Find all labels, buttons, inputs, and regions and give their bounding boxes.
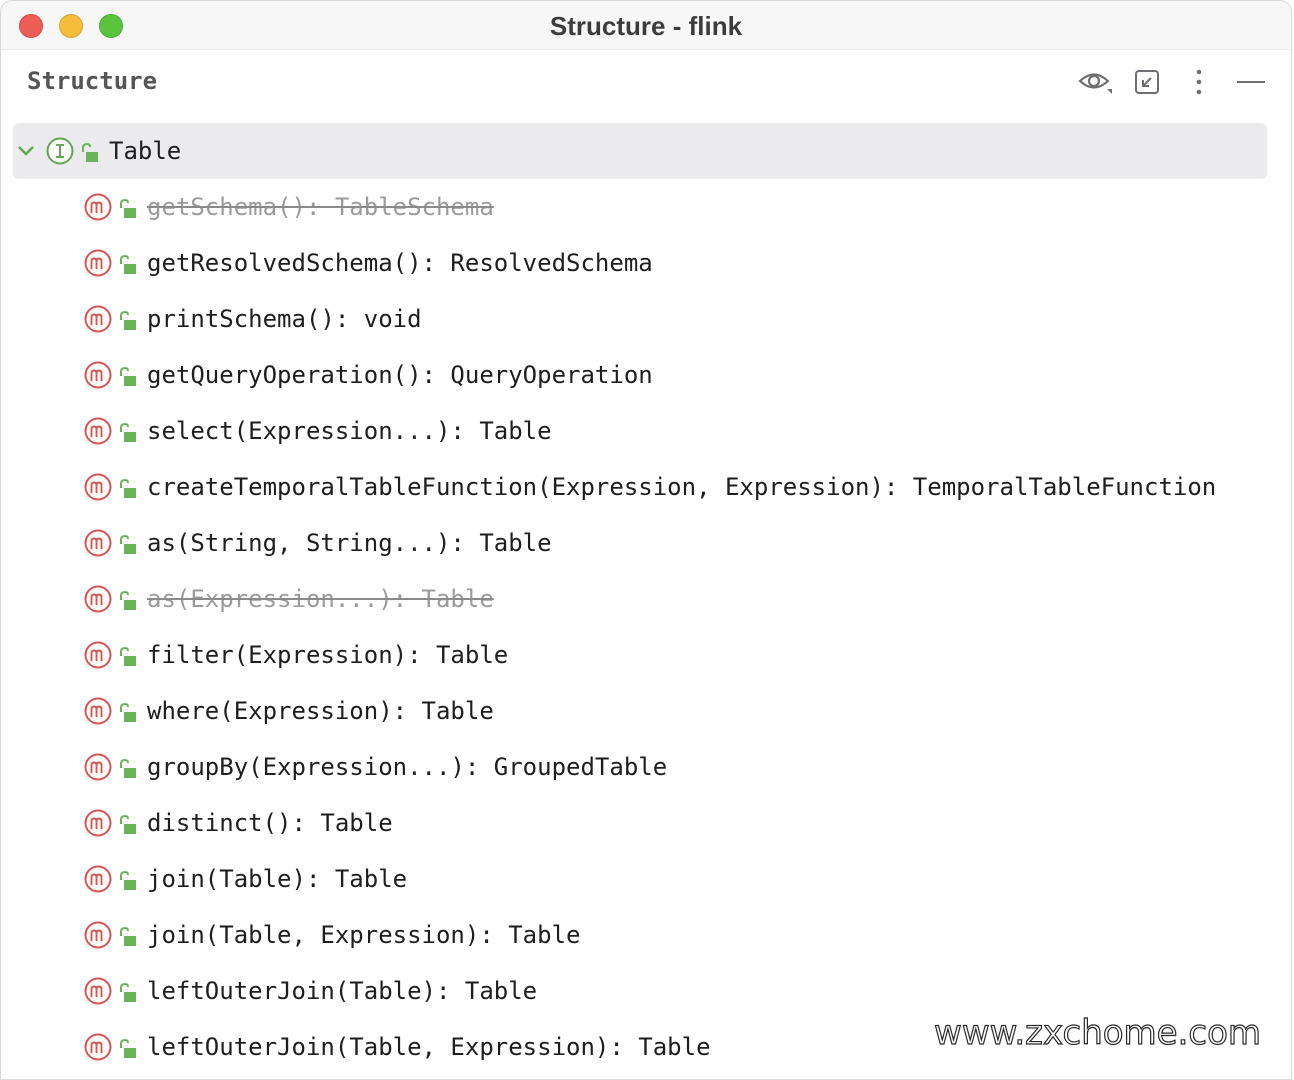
watermark: www.zxchome.com bbox=[933, 1012, 1261, 1053]
method-icon bbox=[83, 1032, 113, 1062]
public-lock-icon bbox=[117, 421, 137, 442]
public-lock-icon bbox=[117, 589, 137, 610]
public-lock-icon bbox=[117, 813, 137, 834]
method-icon bbox=[83, 976, 113, 1006]
method-icon bbox=[83, 864, 113, 894]
method-icon bbox=[83, 528, 113, 558]
tree-item-label: distinct(): Table bbox=[147, 809, 393, 837]
tree-root-label: Table bbox=[109, 137, 182, 165]
tree-item-label: getSchema(): TableSchema bbox=[147, 193, 494, 221]
public-lock-icon bbox=[117, 869, 137, 890]
tree-item-label: groupBy(Expression...): GroupedTable bbox=[147, 753, 668, 781]
public-lock-icon bbox=[117, 1037, 137, 1058]
tree-item-method[interactable]: groupBy(Expression...): GroupedTable bbox=[13, 739, 1267, 795]
method-icon bbox=[83, 920, 113, 950]
public-lock-icon bbox=[117, 757, 137, 778]
member-list: getSchema(): TableSchema getResolvedSchem… bbox=[13, 179, 1267, 1075]
window-title: Structure - flink bbox=[549, 11, 743, 41]
method-icon bbox=[83, 360, 113, 390]
tree-item-label: printSchema(): void bbox=[147, 305, 422, 333]
public-lock-icon bbox=[117, 309, 137, 330]
method-icon bbox=[83, 640, 113, 670]
tree-item-label: join(Table): Table bbox=[147, 865, 408, 893]
tree-item-label: as(String, String...): Table bbox=[147, 529, 552, 557]
tree-item-method[interactable]: printSchema(): void bbox=[13, 291, 1267, 347]
tree-item-method[interactable]: join(Table, Expression): Table bbox=[13, 907, 1267, 963]
minimize-icon[interactable] bbox=[1233, 64, 1269, 100]
tree-item-label: select(Expression...): Table bbox=[147, 417, 552, 445]
tree-item-method[interactable]: getQueryOperation(): QueryOperation bbox=[13, 347, 1267, 403]
structure-window: Structure - flink Structure Table getSch… bbox=[0, 0, 1292, 1080]
tree-item-method[interactable]: where(Expression): Table bbox=[13, 683, 1267, 739]
method-icon bbox=[83, 248, 113, 278]
method-icon bbox=[83, 696, 113, 726]
panel-title: Structure bbox=[27, 67, 158, 95]
method-icon bbox=[83, 416, 113, 446]
method-icon bbox=[83, 192, 113, 222]
tree-item-label: getResolvedSchema(): ResolvedSchema bbox=[147, 249, 653, 277]
tree-item-method[interactable]: distinct(): Table bbox=[13, 795, 1267, 851]
eye-icon[interactable] bbox=[1077, 64, 1113, 100]
tree-item-label: leftOuterJoin(Table): Table bbox=[147, 977, 538, 1005]
public-lock-icon bbox=[117, 253, 137, 274]
tree-item-method[interactable]: select(Expression...): Table bbox=[13, 403, 1267, 459]
tree-item-method[interactable]: getSchema(): TableSchema bbox=[13, 179, 1267, 235]
method-icon bbox=[83, 808, 113, 838]
interface-icon bbox=[45, 136, 75, 166]
tree-item-label: getQueryOperation(): QueryOperation bbox=[147, 361, 653, 389]
tree-item-label: createTemporalTableFunction(Expression, … bbox=[147, 473, 1217, 501]
title-bar: Structure - flink bbox=[1, 1, 1291, 50]
tree-item-method[interactable]: filter(Expression): Table bbox=[13, 627, 1267, 683]
public-lock-icon bbox=[117, 365, 137, 386]
tree-item-label: leftOuterJoin(Table, Expression): Table bbox=[147, 1033, 711, 1061]
tree-item-label: filter(Expression): Table bbox=[147, 641, 509, 669]
method-icon bbox=[83, 752, 113, 782]
tree-item-method[interactable]: as(Expression...): Table bbox=[13, 571, 1267, 627]
more-options-icon[interactable] bbox=[1181, 64, 1217, 100]
method-icon bbox=[83, 584, 113, 614]
tree-item-method[interactable]: getResolvedSchema(): ResolvedSchema bbox=[13, 235, 1267, 291]
public-lock-icon bbox=[117, 533, 137, 554]
method-icon bbox=[83, 304, 113, 334]
collapse-icon[interactable] bbox=[1129, 64, 1165, 100]
chevron-down-icon[interactable] bbox=[15, 145, 37, 157]
tree-item-method[interactable]: as(String, String...): Table bbox=[13, 515, 1267, 571]
tree-item-method[interactable]: leftOuterJoin(Table): Table bbox=[13, 963, 1267, 1019]
structure-tree: Table getSchema(): TableSchema getResolve… bbox=[13, 123, 1267, 1075]
public-lock-icon bbox=[117, 645, 137, 666]
public-lock-icon bbox=[79, 141, 99, 162]
method-icon bbox=[83, 472, 113, 502]
tree-item-label: as(Expression...): Table bbox=[147, 585, 494, 613]
tree-item-label: where(Expression): Table bbox=[147, 697, 494, 725]
panel-header: Structure bbox=[1, 50, 1291, 116]
tree-item-method[interactable]: createTemporalTableFunction(Expression, … bbox=[13, 459, 1267, 515]
public-lock-icon bbox=[117, 925, 137, 946]
tree-item-label: join(Table, Expression): Table bbox=[147, 921, 581, 949]
tree-root-table[interactable]: Table bbox=[13, 123, 1267, 179]
tree-item-method[interactable]: join(Table): Table bbox=[13, 851, 1267, 907]
public-lock-icon bbox=[117, 701, 137, 722]
public-lock-icon bbox=[117, 477, 137, 498]
public-lock-icon bbox=[117, 981, 137, 1002]
public-lock-icon bbox=[117, 197, 137, 218]
